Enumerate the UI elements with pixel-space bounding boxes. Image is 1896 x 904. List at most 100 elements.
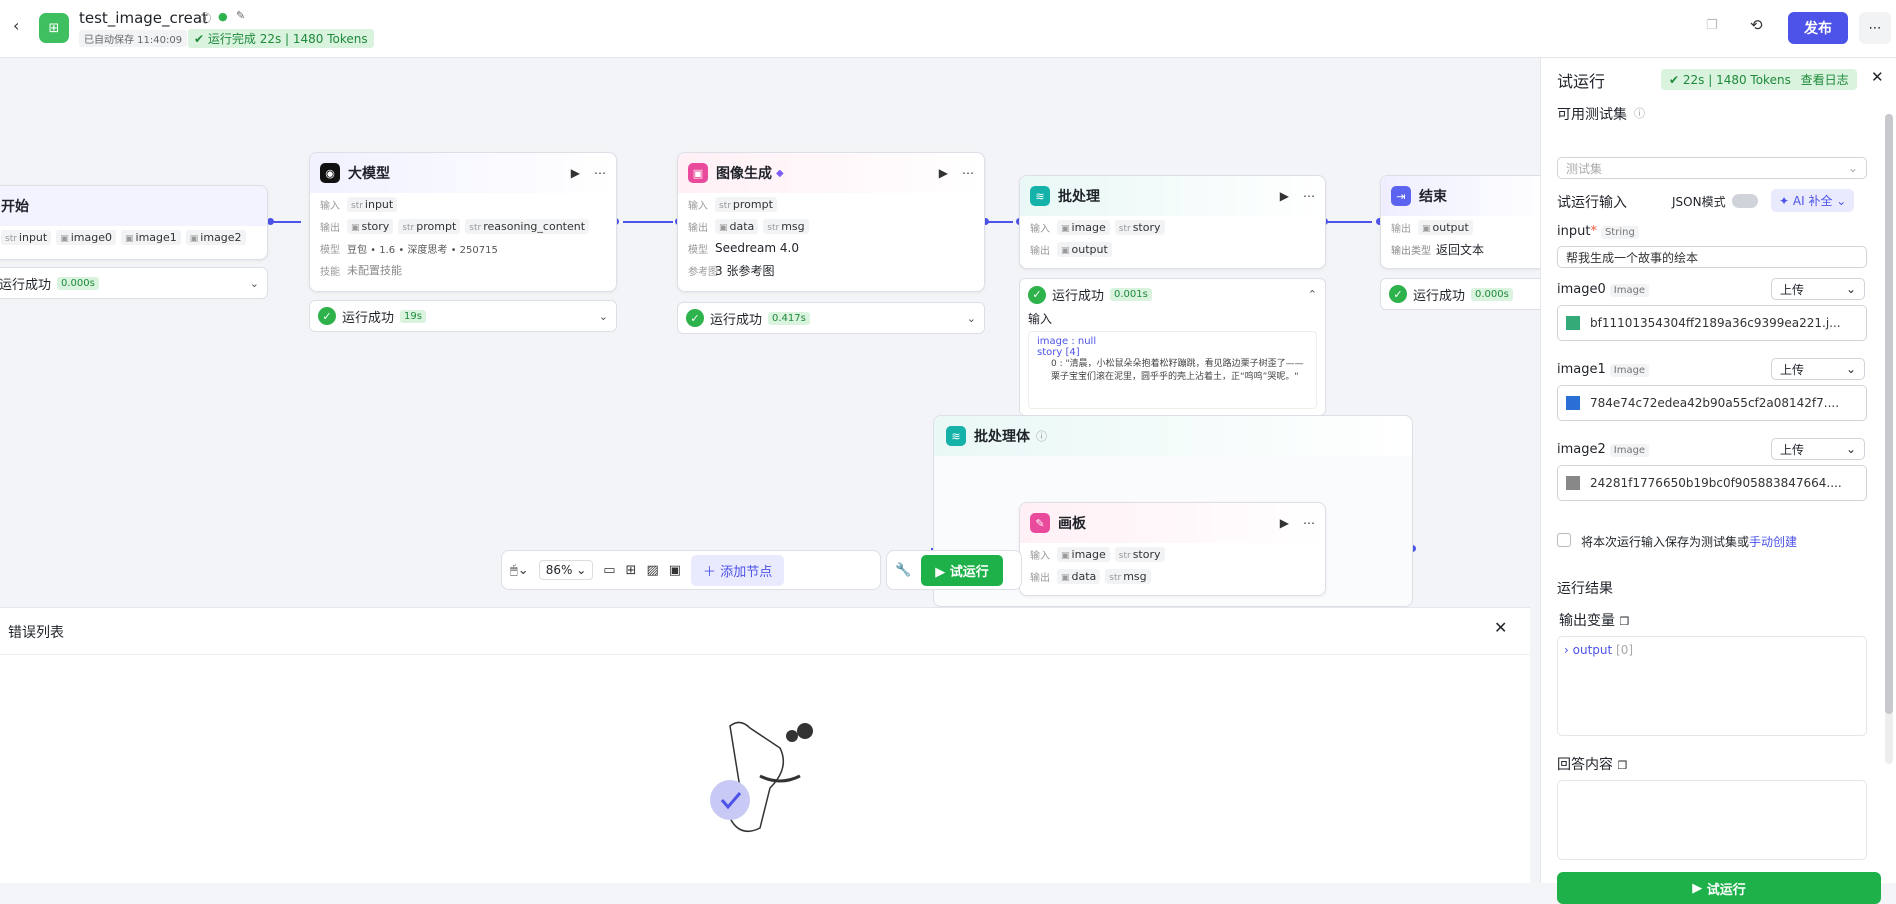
node-end-status[interactable]: ✓ 运行成功 0.000s [1380, 278, 1550, 310]
view-log-link[interactable]: 查看日志 [1801, 73, 1849, 87]
mouse-icon[interactable]: 🖱⌄ [510, 563, 529, 578]
comment-icon[interactable]: ▭ [603, 563, 615, 578]
testset-select[interactable]: 测试集 ⌄ [1557, 157, 1867, 179]
field-image2-label: image2 Image [1557, 442, 1650, 457]
copy-icon: ❐ [1619, 615, 1630, 628]
end-icon: ⇥ [1391, 186, 1411, 206]
board-icon: ✎ [1030, 513, 1050, 533]
node-start-title: 开始 [1, 199, 29, 215]
workflow-logo-icon: ⊞ [39, 13, 69, 43]
file-icon [1566, 476, 1580, 490]
info-icon[interactable]: ⓘ [1036, 428, 1047, 444]
more-icon[interactable]: ⋯ [1859, 12, 1891, 44]
copy-icon: ❐ [1617, 759, 1628, 772]
llm-model: 豆包 • 1.6 • 深度思考 • 250715 [347, 244, 498, 256]
workflow-title: test_image_creat [79, 9, 208, 27]
edge-llm-img [623, 221, 673, 223]
node-llm-status[interactable]: ✓ 运行成功 19s ⌄ [309, 300, 617, 332]
output-var-label: 输出变量 ❐ [1559, 613, 1630, 629]
result-label: 运行结果 [1557, 581, 1613, 597]
answer-label: 回答内容 ❐ [1557, 757, 1628, 773]
empty-illustration [710, 721, 813, 833]
node-board[interactable]: ✎ 画板 ▶ ⋯ 输入 ▣ image str story 输出 ▣ data str msg [1019, 502, 1326, 596]
output-tree[interactable]: › output [0] [1557, 636, 1867, 736]
field-image2-value[interactable]: 24281f1776650b19bc0f905883847664.... [1557, 465, 1867, 501]
field-input-value[interactable]: 帮我生成一个故事的绘本 [1557, 246, 1867, 268]
top-header: ‹ ⊞ test_image_creat ⓘ ● ✎ 已自动保存 11:40:0… [0, 0, 1896, 58]
diamond-icon: ◆ [776, 167, 784, 179]
close-icon[interactable]: ✕ [1871, 68, 1884, 86]
more-icon[interactable]: ⋯ [1303, 516, 1315, 530]
error-panel-title: 错误列表 [8, 625, 64, 641]
more-icon[interactable]: ⋯ [594, 166, 606, 180]
answer-box [1557, 780, 1867, 860]
panel-title: 试运行 [1557, 72, 1606, 91]
node-image-gen-status[interactable]: ✓ 运行成功 0.417s ⌄ [677, 302, 985, 334]
run-status-text: 运行完成 22s | 1480 Tokens [207, 32, 368, 46]
field-image1-label: image1 Image [1557, 362, 1650, 377]
node-llm[interactable]: ◉ 大模型 ▶ ⋯ 输入 str input 输出 ▣ story str prompt str… [309, 152, 617, 292]
json-mode-toggle[interactable] [1732, 194, 1758, 208]
minimap-icon[interactable]: ▣ [669, 563, 681, 578]
back-icon[interactable]: ‹ [13, 16, 19, 35]
test-run-panel: 试运行 ✔ 22s | 1480 Tokens 查看日志 ✕ 可用测试集 ⓘ 测… [1540, 58, 1896, 904]
image-gen-icon: ▣ [688, 163, 708, 183]
zoom-select[interactable]: 86% ⌄ [538, 560, 594, 580]
image-thumb-icon [1566, 316, 1580, 330]
panel-scrollbar[interactable] [1885, 114, 1893, 764]
panel-run-button[interactable]: ▶ 试运行 [1557, 872, 1881, 904]
layout-icon[interactable]: ⊞ [626, 563, 637, 578]
play-icon[interactable]: ▶ [1280, 189, 1289, 203]
history-icon[interactable]: ⟲ [1750, 16, 1763, 34]
add-node-button[interactable]: ＋ 添加节点 [691, 554, 785, 586]
image0-mode-select[interactable]: 上传 ⌄ [1771, 278, 1865, 300]
field-image1-value[interactable]: 784e74c72edea42b90a55cf2a08142f7.... [1557, 385, 1867, 421]
play-icon[interactable]: ▶ [571, 166, 580, 180]
node-batch-detail[interactable]: ✓ 运行成功 0.001s ⌃ 输入 image : null story [4] 0… [1019, 278, 1326, 416]
run-status-badge: ✔ 运行完成 22s | 1480 Tokens [188, 29, 374, 48]
chevron-down-icon[interactable]: ⌄ [967, 312, 976, 325]
field-image0-label: image0 Image [1557, 282, 1650, 297]
node-start-status[interactable]: 运行成功 0.000s ⌄ [0, 267, 268, 299]
batch-detail-input-label: 输入 [1028, 312, 1053, 326]
more-icon[interactable]: ⋯ [1303, 189, 1315, 203]
field-input-label: input* String [1557, 224, 1639, 239]
wrench-icon[interactable]: 🔧 [895, 563, 911, 578]
batch-body-icon: ≋ [946, 426, 966, 446]
node-image-gen[interactable]: ▣ 图像生成 ◆ ▶ ⋯ 输入 str prompt 输出 ▣ data str msg 模型 S… [677, 152, 985, 292]
image1-mode-select[interactable]: 上传 ⌄ [1771, 358, 1865, 380]
save-testset-text: 将本次运行输入保存为测试集或手动创建 [1581, 535, 1798, 549]
test-input-label: 试运行输入 [1557, 195, 1627, 211]
node-end[interactable]: ⇥ 结束 输出 ▣ output 输出类型 返回文本 [1380, 175, 1550, 269]
testset-label: 可用测试集 [1557, 107, 1627, 123]
image-icon[interactable]: ▨ [646, 563, 658, 578]
edge-start-llm [271, 221, 301, 223]
node-start[interactable]: 开始 str input ▣ image0 ▣ image1 ▣ image2 [0, 185, 268, 260]
image-thumb-icon [1566, 396, 1580, 410]
ai-fill-button[interactable]: ✦ AI 补全 ⌄ [1771, 189, 1855, 212]
close-icon[interactable]: ✕ [1494, 618, 1507, 637]
llm-icon: ◉ [320, 163, 340, 183]
chevron-down-icon[interactable]: ⌄ [599, 310, 608, 323]
edit-icon[interactable]: ✎ [236, 9, 245, 22]
manual-create-link[interactable]: 手动创建 [1749, 535, 1797, 549]
chevron-down-icon[interactable]: ⌄ [250, 277, 259, 290]
info-icon[interactable]: ⓘ [1634, 105, 1645, 121]
field-image0-value[interactable]: bf11101354304ff2189a36c9399ea221.j... [1557, 305, 1867, 341]
node-batch[interactable]: ≋ 批处理 ▶ ⋯ 输入 ▣ image str story 输出 ▣ output [1019, 175, 1326, 269]
more-icon[interactable]: ⋯ [962, 166, 974, 180]
chevron-up-icon[interactable]: ⌃ [1308, 288, 1317, 301]
publish-button[interactable]: 发布 [1788, 12, 1848, 44]
info-icon[interactable]: ⓘ [200, 10, 211, 26]
play-icon[interactable]: ▶ [1280, 516, 1289, 530]
copy-icon[interactable]: ❐ [1706, 18, 1718, 33]
test-run-button[interactable]: ▶ 试运行 [921, 554, 1003, 586]
json-mode-label: JSON模式 [1672, 195, 1726, 209]
node-start-outputs: str input ▣ image0 ▣ image1 ▣ image2 [0, 226, 267, 248]
check-icon: ● [218, 10, 228, 23]
save-testset-checkbox[interactable] [1557, 533, 1571, 547]
play-icon[interactable]: ▶ [939, 166, 948, 180]
edge-batch-end [1326, 221, 1372, 223]
image2-mode-select[interactable]: 上传 ⌄ [1771, 438, 1865, 460]
autosave-label: 已自动保存 11:40:09 [79, 30, 188, 47]
